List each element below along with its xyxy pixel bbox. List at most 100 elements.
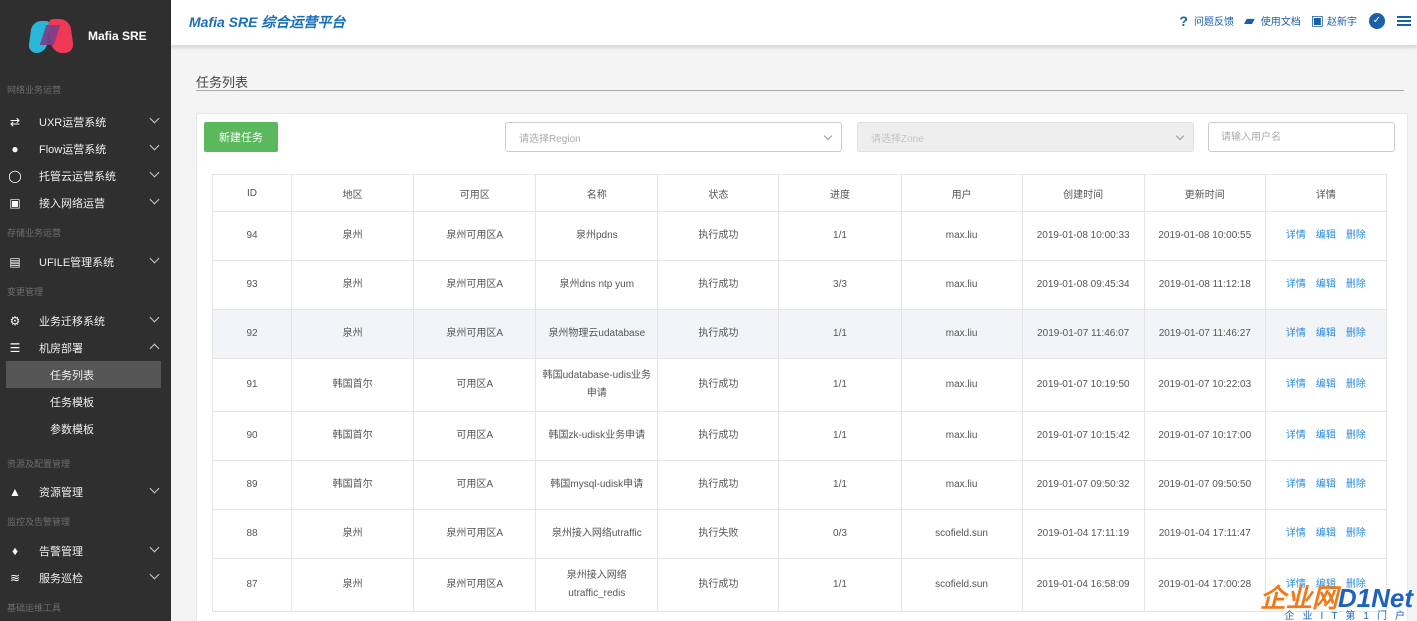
bell-icon: ♦: [11, 543, 19, 558]
new-task-button[interactable]: 新建任务: [204, 122, 278, 152]
detail-link[interactable]: 详情: [1286, 430, 1306, 441]
table-row[interactable]: 94 泉州 泉州可用区A 泉州pdns 执行成功 1/1 max.liu 2019-01-08…: [211, 211, 1388, 261]
table-row[interactable]: 93 泉州 泉州可用区A 泉州dns ntp yum 执行成功 3/3 max.liu 201…: [211, 260, 1388, 310]
user-name: 赵新宇: [1327, 17, 1357, 28]
section-network: 网络业务运营: [7, 84, 62, 95]
menu-icon[interactable]: [1397, 15, 1411, 26]
sidebar-item-label: UXR运营系统: [39, 116, 107, 129]
feedback-link[interactable]: ? 问题反馈: [1179, 13, 1234, 29]
cell-status: 执行成功: [657, 260, 780, 310]
edit-link[interactable]: 编辑: [1316, 230, 1336, 241]
cell-progress: 1/1: [778, 411, 902, 461]
cell-name: 韩国zk-udisk业务申请: [535, 411, 659, 461]
detail-link[interactable]: 详情: [1286, 479, 1306, 490]
delete-link[interactable]: 删除: [1346, 379, 1366, 390]
cell-name: 泉州接入网络utraffic_redis: [535, 558, 659, 612]
feedback-label: 问题反馈: [1193, 17, 1234, 28]
sidebar-subitem-task-template[interactable]: 任务模板: [6, 388, 161, 415]
table-row[interactable]: 90 韩国首尔 可用区A 韩国zk-udisk业务申请 执行成功 1/1 max.liu 20…: [211, 411, 1388, 461]
sidebar-subitem-task-list[interactable]: 任务列表: [6, 361, 161, 388]
edit-link[interactable]: 编辑: [1316, 430, 1336, 441]
cell-progress: 1/1: [778, 211, 902, 261]
table-row[interactable]: 91 韩国首尔 可用区A 韩国udatabase-udis业务申请 执行成功 1/1 max…: [211, 358, 1388, 412]
delete-link[interactable]: 删除: [1346, 230, 1366, 241]
section-tools: 基础运维工具: [7, 602, 62, 613]
username-input[interactable]: [1208, 122, 1395, 152]
cell-created: 2019-01-07 10:19:50: [1021, 358, 1145, 412]
zone-select[interactable]: 请选择Zone: [857, 122, 1194, 152]
cell-progress: 1/1: [778, 460, 902, 510]
cell-status: 执行成功: [657, 460, 780, 510]
detail-link[interactable]: 详情: [1286, 528, 1306, 539]
sidebar-subitem-param-template[interactable]: 参数模板: [6, 415, 161, 442]
edit-link[interactable]: 编辑: [1316, 379, 1336, 390]
delete-link[interactable]: 删除: [1346, 430, 1366, 441]
region-placeholder: 请选择Region: [519, 133, 581, 145]
delete-link[interactable]: 删除: [1346, 528, 1366, 539]
task-table: ID 地区 可用区 名称 状态 进度 用户 创建时间 更新时间 详情 94 泉州泉…: [211, 174, 1388, 612]
cell-actions: 详情 编辑 删除: [1264, 509, 1388, 559]
check-badge-icon[interactable]: ✓: [1369, 12, 1385, 29]
docs-link[interactable]: ▰ 使用文档: [1244, 12, 1301, 29]
sidebar-item-inspect[interactable]: ≋ 服务巡检: [0, 564, 171, 591]
delete-link[interactable]: 删除: [1346, 328, 1366, 339]
cell-progress: 3/3: [778, 260, 902, 310]
table-row[interactable]: 87 泉州 泉州可用区A 泉州接入网络utraffic_redis 执行成功 1/1 sco…: [211, 558, 1388, 612]
chevron-down-icon: [149, 113, 160, 124]
detail-link[interactable]: 详情: [1286, 279, 1306, 290]
cell-user: scofield.sun: [900, 558, 1023, 612]
mafia-logo: [27, 15, 78, 55]
cell-name: 泉州dns ntp yum: [535, 260, 659, 310]
col-name: 名称: [535, 174, 659, 212]
page-title: 任务列表: [196, 75, 249, 90]
sidebar-item-migrate[interactable]: ⚙ 业务迁移系统: [0, 307, 171, 334]
table-row[interactable]: 92 泉州 泉州可用区A 泉州物理云udatabase 执行成功 1/1 max.liu 20…: [211, 309, 1388, 359]
cell-user: max.liu: [900, 309, 1023, 359]
table-row[interactable]: 89 韩国首尔 可用区A 韩国mysql-udisk申请 执行成功 1/1 max.liu 2…: [211, 460, 1388, 510]
cell-updated: 2019-01-07 10:17:00: [1143, 411, 1266, 461]
col-id: ID: [211, 174, 293, 212]
col-user: 用户: [900, 174, 1023, 212]
gears-icon: ⚙: [9, 313, 21, 328]
sidebar-item-alarm[interactable]: ♦ 告警管理: [0, 537, 171, 564]
brand[interactable]: Mafia SRE: [0, 0, 171, 70]
col-status: 状态: [657, 174, 780, 212]
title-divider: [196, 90, 1404, 91]
sidebar-item-ufile[interactable]: ▤ UFILE管理系统: [0, 248, 171, 275]
sidebar-item-uxr[interactable]: ⇄ UXR运营系统: [0, 108, 171, 135]
sidebar-item-flow[interactable]: ● Flow运营系统: [0, 135, 171, 162]
droplet-icon: ●: [11, 141, 19, 156]
detail-link[interactable]: 详情: [1286, 379, 1306, 390]
table-row[interactable]: 88 泉州 泉州可用区A 泉州接入网络utraffic 执行失败 0/3 scofield.…: [211, 509, 1388, 559]
cell-region: 泉州: [291, 211, 415, 261]
region-select[interactable]: 请选择Region: [505, 122, 842, 152]
chevron-down-icon: [149, 140, 160, 151]
cell-user: max.liu: [900, 411, 1023, 461]
edit-link[interactable]: 编辑: [1316, 328, 1336, 339]
edit-link[interactable]: 编辑: [1316, 479, 1336, 490]
sidebar-item-deploy[interactable]: ☰ 机房部署: [0, 334, 171, 361]
cell-name: 泉州pdns: [535, 211, 659, 261]
section-change: 变更管理: [7, 286, 44, 297]
col-updated: 更新时间: [1143, 174, 1266, 212]
sidebar-item-hosted[interactable]: ◯ 托管云运营系统: [0, 162, 171, 189]
cell-zone: 泉州可用区A: [413, 509, 537, 559]
detail-link[interactable]: 详情: [1286, 328, 1306, 339]
sidebar-item-resource[interactable]: ▲ 资源管理: [0, 478, 171, 505]
sidebar-item-access[interactable]: ▣ 接入网络运营: [0, 189, 171, 216]
delete-link[interactable]: 删除: [1346, 279, 1366, 290]
cell-progress: 1/1: [778, 309, 902, 359]
detail-link[interactable]: 详情: [1286, 230, 1306, 241]
cell-user: max.liu: [900, 260, 1023, 310]
cell-id: 92: [211, 309, 293, 359]
edit-link[interactable]: 编辑: [1316, 528, 1336, 539]
edit-link[interactable]: 编辑: [1316, 279, 1336, 290]
user-menu[interactable]: ▣ 赵新宇: [1311, 12, 1357, 29]
cell-created: 2019-01-04 16:58:09: [1021, 558, 1145, 612]
delete-link[interactable]: 删除: [1346, 479, 1366, 490]
watermark-brand-b: D1Net: [1337, 583, 1413, 613]
chevron-down-icon: [149, 253, 160, 264]
chevron-down-icon: [823, 131, 833, 141]
sidebar-item-label: 服务巡检: [39, 572, 83, 585]
cell-status: 执行成功: [657, 411, 780, 461]
